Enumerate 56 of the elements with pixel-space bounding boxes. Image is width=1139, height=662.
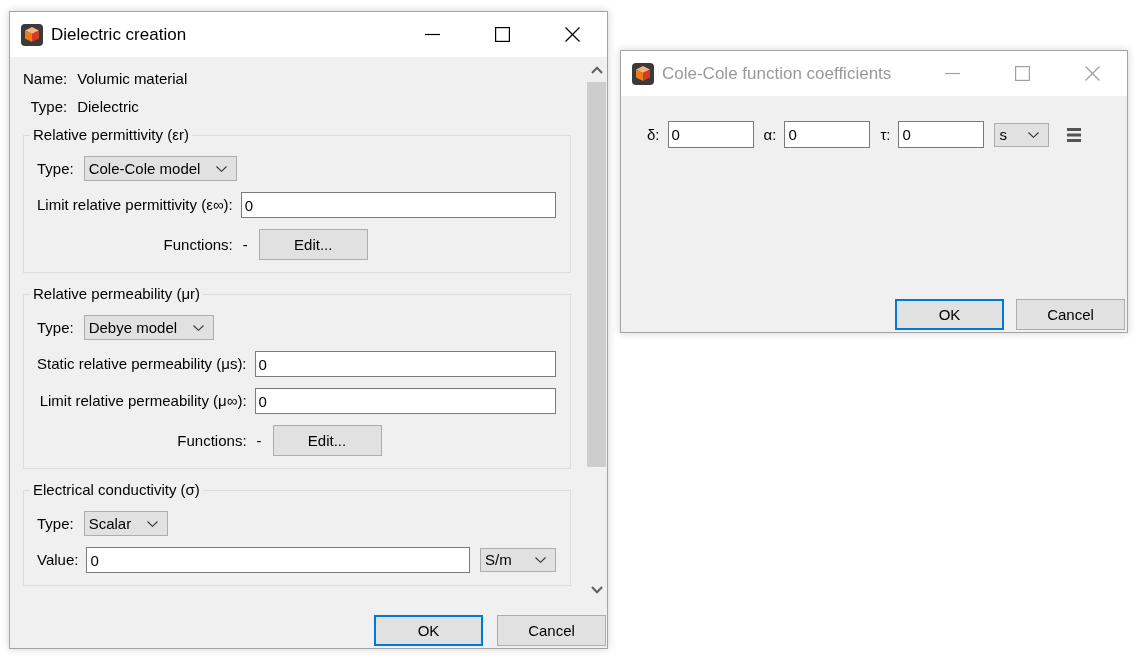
group-title: Electrical conductivity (σ) xyxy=(32,481,201,499)
caret-icon xyxy=(193,324,205,331)
field-label: Type: xyxy=(37,318,74,337)
caret-icon xyxy=(147,520,159,527)
group-title: Relative permittivity (εr) xyxy=(32,126,190,144)
field-value: Volumic material xyxy=(77,70,188,88)
field-label: Type: xyxy=(37,514,74,533)
functions-summary: - xyxy=(242,235,248,254)
scroll-up-icon[interactable] xyxy=(590,66,603,74)
type-dropdown[interactable]: Scalar xyxy=(83,511,169,536)
edit-button[interactable]: Edit... xyxy=(258,229,368,260)
text-field[interactable]: 0 xyxy=(240,192,556,218)
text-field[interactable]: 0 xyxy=(667,121,754,148)
field-label: Functions: xyxy=(163,235,233,254)
cube-logo-icon xyxy=(632,62,654,85)
field-label: α: xyxy=(763,125,777,144)
close-icon xyxy=(1084,66,1100,81)
text-field[interactable]: 0 xyxy=(86,547,470,573)
type-dropdown[interactable]: Cole-Cole model xyxy=(83,156,238,181)
scroll-down-icon[interactable] xyxy=(590,586,603,594)
type-dropdown[interactable]: Debye model xyxy=(83,315,215,340)
unit-dropdown[interactable]: s xyxy=(994,122,1050,147)
text-field[interactable]: 0 xyxy=(784,121,871,148)
edit-button[interactable]: Edit... xyxy=(272,425,382,456)
unit-dropdown[interactable]: S/m xyxy=(480,548,556,572)
dialog-button[interactable]: OK xyxy=(895,299,1004,330)
window-title: Dielectric creation xyxy=(51,23,187,46)
group-title: Relative permeability (μr) xyxy=(32,285,202,303)
window-title: Cole-Cole function coefficients xyxy=(662,62,892,85)
field-label: Name: xyxy=(23,70,68,88)
text-field[interactable]: 0 xyxy=(254,388,556,414)
caret-icon xyxy=(1028,131,1040,138)
maximize-icon xyxy=(494,27,510,42)
field-label: Limit relative permeability (μ∞): xyxy=(39,392,247,410)
functions-summary: - xyxy=(256,431,262,450)
dialog-button[interactable]: Cancel xyxy=(1016,299,1125,330)
field-label: Type: xyxy=(37,159,74,178)
caret-icon xyxy=(535,557,546,563)
field-label: Type: xyxy=(30,98,68,116)
field-label: Static relative permeability (μs): xyxy=(37,355,247,373)
maximize-icon xyxy=(1014,66,1030,81)
field-label: Functions: xyxy=(177,431,247,450)
text-field[interactable]: 0 xyxy=(898,121,985,148)
text-field[interactable]: 0 xyxy=(254,351,556,377)
field-label: Limit relative permittivity (ε∞): xyxy=(37,196,233,214)
scrollbar-thumb[interactable] xyxy=(587,82,606,467)
field-value: Dielectric xyxy=(77,98,139,116)
dialog-button[interactable]: OK xyxy=(374,615,483,646)
field-label: τ: xyxy=(880,125,891,144)
cube-logo-icon xyxy=(21,23,43,46)
field-label: δ: xyxy=(647,125,660,144)
dialog-button[interactable]: Cancel xyxy=(497,615,606,646)
field-label: Value: xyxy=(37,551,79,569)
close-icon xyxy=(564,27,580,42)
menu-icon[interactable] xyxy=(1067,127,1082,142)
caret-icon xyxy=(216,165,228,172)
